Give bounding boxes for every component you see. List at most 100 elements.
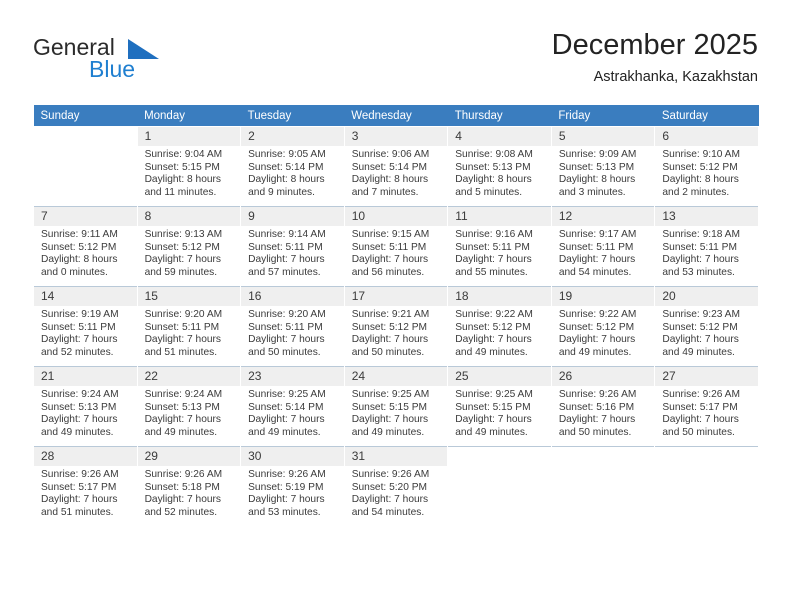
sunrise-text: Sunrise: 9:20 AM [144, 309, 223, 320]
calendar-cell[interactable]: 14 Sunrise: 9:19 AM Sunset: 5:11 PM Dayligh… [33, 286, 138, 367]
daylight-text-line2: and 56 minutes. [351, 266, 425, 278]
calendar-cell[interactable]: 18 Sunrise: 9:22 AM Sunset: 5:12 PM Dayligh… [447, 286, 552, 367]
day-sun-info: Sunrise: 9:26 AM Sunset: 5:16 PM Daylight:… [552, 386, 655, 439]
calendar-cell[interactable]: 1 Sunrise: 9:04 AM Sunset: 5:15 PM Daylight… [136, 126, 242, 207]
calendar-cell[interactable]: 2 Sunrise: 9:05 AM Sunset: 5:14 PM Daylight… [240, 126, 345, 207]
weekday-header-friday: Friday [551, 105, 655, 127]
day-sun-info: Sunrise: 9:26 AM Sunset: 5:20 PM Daylight:… [345, 466, 448, 519]
day-sun-info: Sunrise: 9:26 AM Sunset: 5:17 PM Daylight:… [34, 466, 137, 519]
sunset-text: Sunset: 5:19 PM [248, 481, 324, 493]
calendar-cell[interactable]: 20 Sunrise: 9:23 AM Sunset: 5:12 PM Dayligh… [654, 286, 759, 367]
calendar-cell[interactable]: 6 Sunrise: 9:10 AM Sunset: 5:12 PM Daylight… [654, 126, 759, 207]
day-number: 8 [137, 207, 241, 226]
calendar-cell[interactable]: 24 Sunrise: 9:25 AM Sunset: 5:15 PM Dayligh… [343, 366, 449, 447]
calendar-cell-day[interactable]: 14 Sunrise: 9:19 AM Sunset: 5:11 PM Dayligh… [34, 287, 137, 366]
calendar-cell[interactable]: 30 Sunrise: 9:26 AM Sunset: 5:19 PM Dayligh… [240, 446, 345, 526]
calendar-cell-day[interactable]: 13 Sunrise: 9:18 AM Sunset: 5:11 PM Dayligh… [655, 207, 758, 286]
calendar-cell-day[interactable]: 17 Sunrise: 9:21 AM Sunset: 5:12 PM Dayligh… [344, 287, 448, 366]
calendar-cell-day[interactable]: 31 Sunrise: 9:26 AM Sunset: 5:20 PM Dayligh… [344, 447, 448, 526]
calendar-cell[interactable] [654, 446, 759, 526]
calendar-cell[interactable]: 13 Sunrise: 9:18 AM Sunset: 5:11 PM Dayligh… [654, 206, 759, 287]
calendar-cell-day[interactable]: 18 Sunrise: 9:22 AM Sunset: 5:12 PM Dayligh… [448, 287, 551, 366]
sunset-text: Sunset: 5:11 PM [662, 241, 737, 253]
day-number: 12 [551, 207, 655, 226]
daylight-text-line1: Daylight: 7 hours [144, 414, 222, 426]
sunrise-text: Sunrise: 9:23 AM [662, 309, 740, 320]
calendar-cell[interactable]: 21 Sunrise: 9:24 AM Sunset: 5:13 PM Dayligh… [33, 366, 138, 447]
calendar-cell[interactable]: 9 Sunrise: 9:14 AM Sunset: 5:11 PM Daylight… [240, 206, 345, 287]
calendar-cell[interactable]: 11 Sunrise: 9:16 AM Sunset: 5:11 PM Dayligh… [447, 206, 552, 287]
calendar-cell-day[interactable]: 4 Sunrise: 9:08 AM Sunset: 5:13 PM Daylight… [448, 127, 551, 206]
calendar-cell[interactable] [550, 446, 656, 526]
calendar-table: Sunday Monday Tuesday Wednesday Thursday… [33, 105, 759, 526]
calendar-cell-day[interactable]: 16 Sunrise: 9:20 AM Sunset: 5:11 PM Dayligh… [241, 287, 344, 366]
calendar-cell[interactable]: 25 Sunrise: 9:25 AM Sunset: 5:15 PM Dayligh… [447, 366, 552, 447]
calendar-week-row: 28 Sunrise: 9:26 AM Sunset: 5:17 PM Dayligh… [33, 446, 759, 526]
calendar-cell-day[interactable]: 28 Sunrise: 9:26 AM Sunset: 5:17 PM Dayligh… [34, 447, 137, 526]
daylight-text-line1: Daylight: 7 hours [41, 414, 118, 426]
day-number [34, 127, 137, 146]
calendar-cell[interactable]: 31 Sunrise: 9:26 AM Sunset: 5:20 PM Dayligh… [343, 446, 449, 526]
calendar-cell[interactable]: 4 Sunrise: 9:08 AM Sunset: 5:13 PM Daylight… [447, 126, 552, 207]
calendar-cell-day[interactable]: 10 Sunrise: 9:15 AM Sunset: 5:11 PM Dayligh… [344, 207, 448, 286]
calendar-cell[interactable]: 23 Sunrise: 9:25 AM Sunset: 5:14 PM Dayligh… [240, 366, 345, 447]
calendar-cell-day[interactable]: 6 Sunrise: 9:10 AM Sunset: 5:12 PM Daylight… [655, 127, 758, 206]
sunset-text: Sunset: 5:12 PM [558, 321, 635, 333]
calendar-cell[interactable]: 3 Sunrise: 9:06 AM Sunset: 5:14 PM Daylight… [343, 126, 449, 207]
daylight-text-line1: Daylight: 7 hours [662, 254, 739, 266]
calendar-cell[interactable]: 15 Sunrise: 9:20 AM Sunset: 5:11 PM Dayligh… [136, 286, 242, 367]
calendar-cell-day[interactable]: 9 Sunrise: 9:14 AM Sunset: 5:11 PM Daylight… [241, 207, 344, 286]
calendar-cell-day[interactable]: 8 Sunrise: 9:13 AM Sunset: 5:12 PM Daylight… [137, 207, 241, 286]
calendar-cell-day[interactable]: 7 Sunrise: 9:11 AM Sunset: 5:12 PM Daylight… [34, 207, 137, 286]
calendar-cell-day[interactable]: 24 Sunrise: 9:25 AM Sunset: 5:15 PM Dayligh… [344, 367, 448, 446]
calendar-cell-day[interactable]: 21 Sunrise: 9:24 AM Sunset: 5:13 PM Dayligh… [34, 367, 137, 446]
daylight-text-line1: Daylight: 7 hours [455, 414, 532, 426]
calendar-cell[interactable]: 26 Sunrise: 9:26 AM Sunset: 5:16 PM Dayligh… [550, 366, 656, 447]
daylight-text-line1: Daylight: 7 hours [662, 334, 739, 346]
sunset-text: Sunset: 5:11 PM [248, 241, 323, 253]
calendar-cell-day[interactable]: 27 Sunrise: 9:26 AM Sunset: 5:17 PM Dayligh… [655, 367, 758, 446]
day-sun-info: Sunrise: 9:15 AM Sunset: 5:11 PM Daylight:… [345, 226, 448, 279]
calendar-cell[interactable]: 10 Sunrise: 9:15 AM Sunset: 5:11 PM Dayligh… [343, 206, 449, 287]
day-sun-info [552, 466, 655, 469]
calendar-cell-day[interactable]: 1 Sunrise: 9:04 AM Sunset: 5:15 PM Daylight… [137, 127, 241, 206]
daylight-text-line2: and 53 minutes. [662, 266, 735, 278]
day-sun-info: Sunrise: 9:14 AM Sunset: 5:11 PM Daylight:… [241, 226, 344, 279]
calendar-cell[interactable] [447, 446, 552, 526]
calendar-cell-day[interactable]: 11 Sunrise: 9:16 AM Sunset: 5:11 PM Dayligh… [448, 207, 551, 286]
calendar-cell[interactable]: 28 Sunrise: 9:26 AM Sunset: 5:17 PM Dayligh… [33, 446, 138, 526]
calendar-cell-day[interactable]: 29 Sunrise: 9:26 AM Sunset: 5:18 PM Dayligh… [137, 447, 241, 526]
calendar-cell[interactable]: 27 Sunrise: 9:26 AM Sunset: 5:17 PM Dayligh… [654, 366, 759, 447]
calendar-cell-day[interactable]: 2 Sunrise: 9:05 AM Sunset: 5:14 PM Daylight… [241, 127, 344, 206]
calendar-cell-day[interactable]: 5 Sunrise: 9:09 AM Sunset: 5:13 PM Daylight… [551, 127, 655, 206]
calendar-cell[interactable]: 5 Sunrise: 9:09 AM Sunset: 5:13 PM Daylight… [550, 126, 656, 207]
calendar-cell[interactable]: 17 Sunrise: 9:21 AM Sunset: 5:12 PM Dayligh… [343, 286, 449, 367]
sunrise-text: Sunrise: 9:26 AM [144, 469, 223, 480]
daylight-text-line1: Daylight: 7 hours [455, 334, 532, 346]
calendar-cell-day[interactable]: 12 Sunrise: 9:17 AM Sunset: 5:11 PM Dayligh… [551, 207, 655, 286]
calendar-cell-day[interactable]: 19 Sunrise: 9:22 AM Sunset: 5:12 PM Dayligh… [551, 287, 655, 366]
calendar-cell-day[interactable]: 30 Sunrise: 9:26 AM Sunset: 5:19 PM Dayligh… [241, 447, 344, 526]
calendar-cell-day[interactable]: 25 Sunrise: 9:25 AM Sunset: 5:15 PM Dayligh… [448, 367, 551, 446]
calendar-cell[interactable]: 12 Sunrise: 9:17 AM Sunset: 5:11 PM Dayligh… [550, 206, 656, 287]
calendar-cell[interactable]: 22 Sunrise: 9:24 AM Sunset: 5:13 PM Dayligh… [136, 366, 242, 447]
sunset-text: Sunset: 5:13 PM [558, 161, 635, 173]
calendar-cell[interactable] [33, 126, 138, 207]
sunrise-text: Sunrise: 9:13 AM [144, 229, 223, 240]
calendar-cell-day[interactable]: 3 Sunrise: 9:06 AM Sunset: 5:14 PM Daylight… [344, 127, 448, 206]
calendar-cell-day[interactable]: 26 Sunrise: 9:26 AM Sunset: 5:16 PM Dayligh… [551, 367, 655, 446]
brand-logo[interactable]: General Blue [33, 34, 253, 86]
daylight-text-line1: Daylight: 7 hours [144, 494, 222, 506]
calendar-cell-day[interactable]: 15 Sunrise: 9:20 AM Sunset: 5:11 PM Dayligh… [137, 287, 241, 366]
calendar-cell[interactable]: 8 Sunrise: 9:13 AM Sunset: 5:12 PM Daylight… [136, 206, 242, 287]
calendar-cell-day[interactable]: 20 Sunrise: 9:23 AM Sunset: 5:12 PM Dayligh… [655, 287, 758, 366]
day-sun-info: Sunrise: 9:04 AM Sunset: 5:15 PM Daylight:… [138, 146, 241, 199]
calendar-cell[interactable]: 29 Sunrise: 9:26 AM Sunset: 5:18 PM Dayligh… [136, 446, 242, 526]
calendar-cell[interactable]: 16 Sunrise: 9:20 AM Sunset: 5:11 PM Dayligh… [240, 286, 345, 367]
daylight-text-line2: and 49 minutes. [351, 426, 425, 438]
calendar-cell[interactable]: 7 Sunrise: 9:11 AM Sunset: 5:12 PM Daylight… [33, 206, 138, 287]
calendar-cell[interactable]: 19 Sunrise: 9:22 AM Sunset: 5:12 PM Dayligh… [550, 286, 656, 367]
calendar-cell-day[interactable]: 22 Sunrise: 9:24 AM Sunset: 5:13 PM Dayligh… [137, 367, 241, 446]
calendar-cell-day[interactable]: 23 Sunrise: 9:25 AM Sunset: 5:14 PM Dayligh… [241, 367, 344, 446]
title-block: December 2025 Astrakhanka, Kazakhstan [552, 28, 758, 87]
